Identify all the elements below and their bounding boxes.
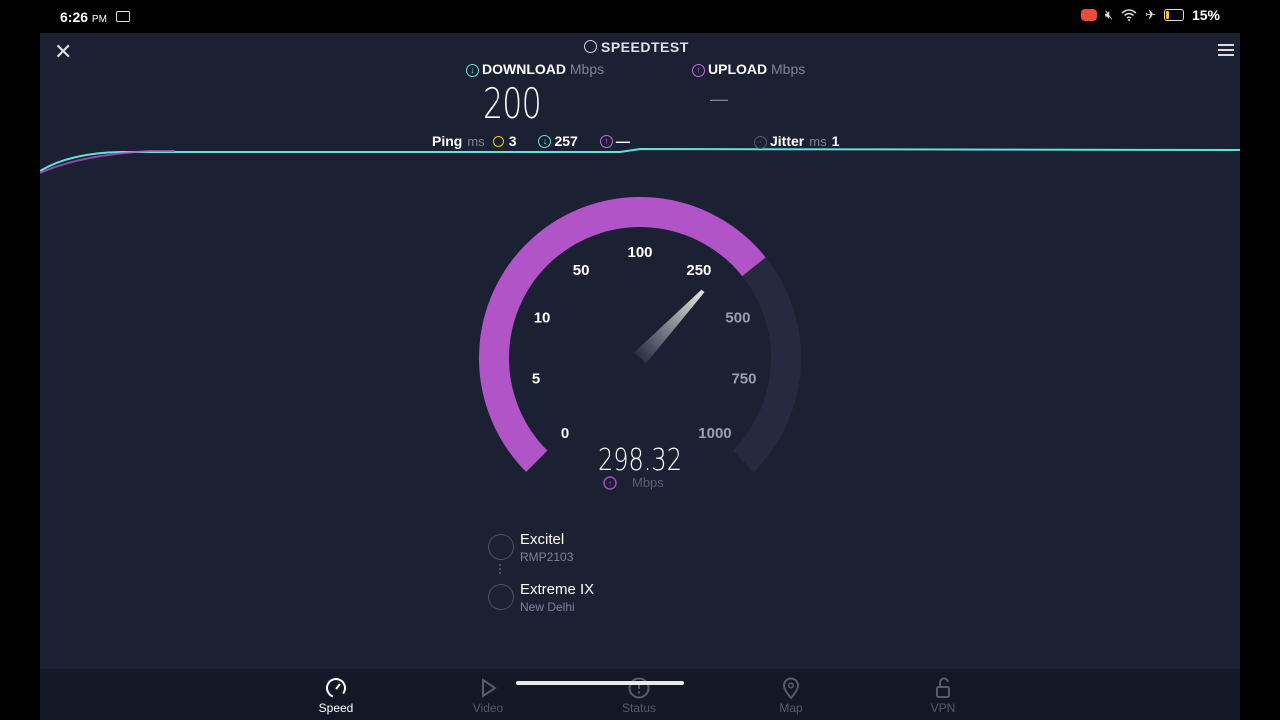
upload-value: — [710, 89, 728, 109]
screen-record-icon [1080, 9, 1097, 21]
idle-ping-icon [492, 135, 504, 147]
nav-speed[interactable]: Speed [291, 677, 381, 715]
isp-name: Excitel [520, 531, 565, 548]
gauge-tick: 100 [627, 244, 652, 261]
jitter-row: · Jitter ms 1 [754, 133, 839, 149]
speedometer-icon [326, 678, 346, 698]
mute-icon: 🔇︎ [1104, 7, 1114, 22]
map-pin-icon [782, 677, 800, 699]
download-arrow-icon: ↓ [466, 64, 479, 77]
app-title: SPEEDTEST [584, 39, 689, 55]
nav-map[interactable]: Map [746, 677, 836, 715]
upload-arrow-icon: ↑ [692, 64, 705, 77]
bottom-nav: Speed Video Status Map VPN [40, 669, 1240, 720]
jitter-icon: · [754, 136, 767, 149]
speedtest-app: ✕ SPEEDTEST ↓ DOWNLOAD Mbps 200 ↑ UPLOAD M… [40, 33, 1240, 720]
wifi-icon [488, 534, 514, 560]
battery-icon [1163, 9, 1184, 21]
svg-text:↑: ↑ [608, 479, 612, 488]
ping-row: Ping ms 3 ↓ 257 ↑ — [432, 133, 630, 149]
download-header: ↓ DOWNLOAD Mbps [466, 61, 604, 77]
gauge-tick: 500 [725, 309, 750, 326]
server-location: New Delhi [520, 600, 575, 614]
server-icon [488, 584, 514, 610]
gauge-unit: Mbps [632, 475, 664, 490]
play-icon [482, 678, 497, 698]
server-name: Extreme IX [520, 581, 595, 598]
gauge-needle [634, 289, 705, 364]
gauge-reading: 298.32 [598, 443, 682, 477]
nav-vpn[interactable]: VPN [898, 677, 988, 715]
battery-percent: 15% [1191, 7, 1220, 23]
speedtest-logo-icon [584, 40, 597, 53]
speed-gauge: 0 5 10 50 100 250 500 750 1000 298.32 ↑ … [479, 197, 801, 490]
download-value: 200 [483, 79, 542, 128]
gauge-tick: 10 [534, 309, 551, 326]
gauge-tick: 250 [686, 262, 711, 279]
screen-cast-icon [116, 11, 130, 22]
airplane-icon: ✈ [1145, 7, 1156, 22]
download-ping-icon: ↓ [538, 134, 552, 148]
isp-sub: RMP2103 [520, 550, 574, 564]
upload-header: ↑ UPLOAD Mbps [692, 61, 805, 77]
system-status-bar: 6:26 PM 🔇︎ ✈ 15% [0, 0, 1280, 33]
gauge-tick: 750 [731, 371, 756, 388]
status-time: 6:26 PM [60, 9, 107, 25]
upload-ping-icon: ↑ [599, 134, 613, 148]
gauge-tick: 5 [532, 371, 540, 388]
home-indicator[interactable] [516, 681, 684, 685]
menu-icon[interactable] [1218, 41, 1234, 59]
ping-idle: 3 [508, 133, 517, 149]
ping-upload: — [615, 133, 630, 149]
ping-download: 257 [554, 133, 578, 149]
gauge-tick: 1000 [698, 425, 731, 442]
gauge-fill [479, 197, 766, 472]
gauge-tick: 50 [573, 262, 590, 279]
wifi-icon [1121, 9, 1137, 21]
connection-dots [499, 564, 503, 574]
gauge-tick: 0 [561, 425, 569, 442]
close-icon[interactable]: ✕ [54, 39, 72, 65]
jitter-value: 1 [831, 133, 840, 149]
lock-icon [936, 677, 950, 698]
